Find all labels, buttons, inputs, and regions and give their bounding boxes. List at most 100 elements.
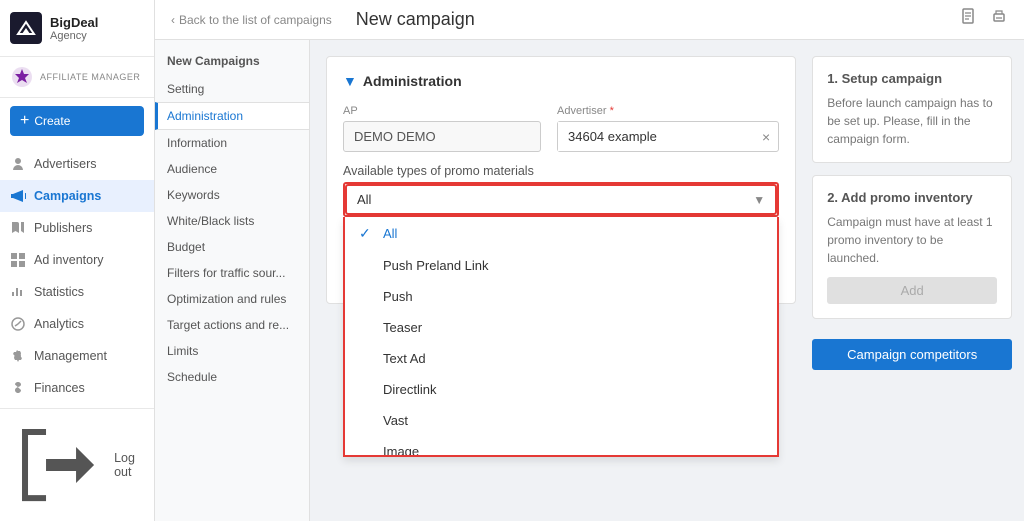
- collapse-icon[interactable]: ▼: [343, 73, 357, 89]
- analytics-icon: [10, 316, 26, 332]
- topbar-left: ‹ Back to the list of campaigns New camp…: [171, 9, 475, 30]
- dropdown-option-push-preland[interactable]: Push Preland Link: [345, 250, 777, 281]
- affiliate-badge: AFFILIATE MANAGER: [0, 57, 154, 98]
- affiliate-icon: [10, 65, 34, 89]
- megaphone-icon: [10, 188, 26, 204]
- chevron-left-icon: ‹: [171, 13, 175, 27]
- subnav-item-target-actions[interactable]: Target actions and re...: [155, 312, 309, 338]
- print-icon-button[interactable]: [990, 8, 1008, 31]
- campaign-competitors-button[interactable]: Campaign competitors: [812, 339, 1012, 370]
- sidebar-item-statistics[interactable]: Statistics: [0, 276, 154, 308]
- dropdown-option-teaser[interactable]: Teaser: [345, 312, 777, 343]
- subnav-item-whiteblacklists[interactable]: White/Black lists: [155, 208, 309, 234]
- subnav-item-audience[interactable]: Audience: [155, 156, 309, 182]
- info-sidebar: 1. Setup campaign Before launch campaign…: [812, 56, 1012, 505]
- step2-title: 2. Add promo inventory: [827, 190, 997, 205]
- advertiser-label: Advertiser *: [557, 105, 779, 117]
- ap-advertiser-row: AP Advertiser * ×: [343, 105, 779, 152]
- sidebar-item-ad-inventory[interactable]: Ad inventory: [0, 244, 154, 276]
- ap-input[interactable]: [343, 121, 541, 152]
- subnav-item-information[interactable]: Information: [155, 130, 309, 156]
- page-title: New campaign: [356, 9, 475, 30]
- required-indicator: *: [610, 105, 614, 117]
- check-icon: ✓: [359, 225, 375, 242]
- subnav-item-administration[interactable]: Administration: [155, 102, 309, 130]
- add-promo-button[interactable]: Add: [827, 277, 997, 304]
- subnav-item-schedule[interactable]: Schedule: [155, 364, 309, 390]
- main-content: ‹ Back to the list of campaigns New camp…: [155, 0, 1024, 521]
- statistics-label: Statistics: [34, 285, 84, 299]
- logout-icon: [10, 417, 106, 513]
- sidebar-item-finances[interactable]: Finances: [0, 372, 154, 404]
- promo-materials-dropdown: Available types of promo materials All ▼…: [343, 164, 779, 217]
- subnav-item-optimization[interactable]: Optimization and rules: [155, 286, 309, 312]
- dropdown-trigger[interactable]: All ▼: [345, 184, 777, 215]
- logout-label: Log out: [114, 451, 144, 479]
- step2-card: 2. Add promo inventory Campaign must hav…: [812, 175, 1012, 319]
- form-main: ▼ Administration AP Advertiser *: [326, 56, 796, 505]
- sidebar-item-management[interactable]: Management: [0, 340, 154, 372]
- content-area: New Campaigns Setting Administration Inf…: [155, 40, 1024, 521]
- affiliate-label: AFFILIATE MANAGER: [40, 72, 140, 82]
- settings-icon: [10, 348, 26, 364]
- ap-group: AP: [343, 105, 541, 152]
- logout-item[interactable]: Log out: [0, 408, 154, 521]
- dropdown-selected-value: All: [357, 192, 371, 207]
- subnav-item-limits[interactable]: Limits: [155, 338, 309, 364]
- sub-nav-header: New Campaigns: [155, 50, 309, 76]
- administration-title: ▼ Administration: [343, 73, 779, 89]
- document-icon-button[interactable]: [960, 8, 978, 31]
- back-link[interactable]: ‹ Back to the list of campaigns: [171, 13, 332, 27]
- advertiser-input-wrapper: ×: [557, 121, 779, 152]
- sub-nav: New Campaigns Setting Administration Inf…: [155, 40, 310, 521]
- dropdown-option-text-ad[interactable]: Text Ad: [345, 343, 777, 374]
- sidebar-item-publishers[interactable]: Publishers: [0, 212, 154, 244]
- advertisers-label: Advertisers: [34, 157, 97, 171]
- publishers-label: Publishers: [34, 221, 92, 235]
- subnav-item-filters[interactable]: Filters for traffic sour...: [155, 260, 309, 286]
- dropdown-section-label: Available types of promo materials: [343, 164, 779, 178]
- sidebar-item-analytics[interactable]: Analytics: [0, 308, 154, 340]
- subnav-item-keywords[interactable]: Keywords: [155, 182, 309, 208]
- sidebar: BigDeal Agency AFFILIATE MANAGER + Creat…: [0, 0, 155, 521]
- step1-text: Before launch campaign has to be set up.…: [827, 94, 997, 148]
- form-area: ▼ Administration AP Advertiser *: [310, 40, 1024, 521]
- person-icon: [10, 156, 26, 172]
- advertiser-input[interactable]: [558, 122, 754, 151]
- management-label: Management: [34, 349, 107, 363]
- create-button[interactable]: + Create: [10, 106, 144, 136]
- dropdown-option-push[interactable]: Push: [345, 281, 777, 312]
- dropdown-outer: All ▼ ✓ All Push Preland Link: [343, 182, 779, 217]
- subnav-item-budget[interactable]: Budget: [155, 234, 309, 260]
- nav-items: Advertisers Campaigns Publishers Ad inve…: [0, 144, 154, 408]
- sidebar-item-campaigns[interactable]: Campaigns: [0, 180, 154, 212]
- sidebar-item-advertisers[interactable]: Advertisers: [0, 148, 154, 180]
- dropdown-option-all[interactable]: ✓ All: [345, 217, 777, 250]
- print-icon: [990, 8, 1008, 26]
- dropdown-option-image[interactable]: Image: [345, 436, 777, 457]
- subnav-item-setting[interactable]: Setting: [155, 76, 309, 102]
- finances-label: Finances: [34, 381, 85, 395]
- dollar-icon: [10, 380, 26, 396]
- book-icon: [10, 220, 26, 236]
- step1-title: 1. Setup campaign: [827, 71, 997, 86]
- plus-icon: +: [20, 113, 29, 129]
- dropdown-option-vast[interactable]: Vast: [345, 405, 777, 436]
- chevron-down-icon: ▼: [753, 193, 765, 207]
- analytics-label: Analytics: [34, 317, 84, 331]
- ap-label: AP: [343, 105, 541, 117]
- create-label: Create: [34, 114, 70, 128]
- campaigns-label: Campaigns: [34, 189, 101, 203]
- step2-text: Campaign must have at least 1 promo inve…: [827, 213, 997, 267]
- administration-card: ▼ Administration AP Advertiser *: [326, 56, 796, 304]
- dropdown-option-directlink[interactable]: Directlink: [345, 374, 777, 405]
- logo-text: BigDeal Agency: [50, 15, 98, 42]
- advertiser-group: Advertiser * ×: [557, 105, 779, 152]
- logo-area: BigDeal Agency: [0, 0, 154, 57]
- logo-icon: [10, 12, 42, 44]
- step1-card: 1. Setup campaign Before launch campaign…: [812, 56, 1012, 163]
- advertiser-clear-button[interactable]: ×: [754, 125, 778, 149]
- document-icon: [960, 8, 978, 26]
- topbar: ‹ Back to the list of campaigns New camp…: [155, 0, 1024, 40]
- back-text: Back to the list of campaigns: [179, 13, 332, 27]
